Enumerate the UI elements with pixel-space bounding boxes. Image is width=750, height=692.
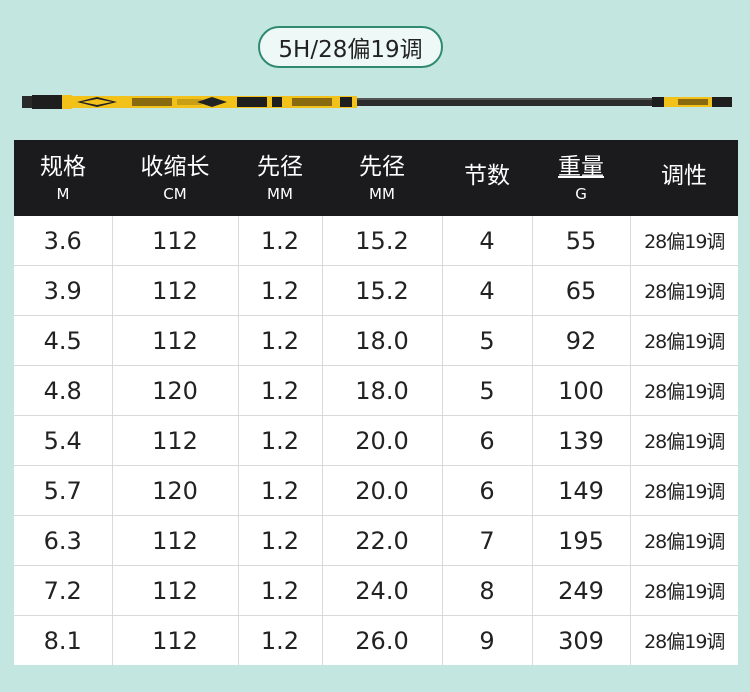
table-cell: 4.8 (14, 365, 113, 416)
table-cell: 28偏19调 (630, 315, 738, 366)
table-cell: 18.0 (322, 315, 443, 366)
table-cell: 6 (442, 415, 533, 466)
table-row: 7.2 112 1.2 24.0 8 249 28偏19调 (14, 565, 738, 616)
table-cell: 26.0 (322, 615, 443, 665)
table-cell: 28偏19调 (630, 265, 738, 316)
table-row: 3.6 112 1.2 15.2 4 55 28偏19调 (14, 216, 738, 266)
table-cell: 112 (112, 216, 239, 266)
table-cell: 28偏19调 (630, 465, 738, 516)
table-cell: 20.0 (322, 465, 443, 516)
table-cell: 55 (532, 216, 631, 266)
table-cell: 8 (442, 565, 533, 616)
table-cell: 92 (532, 315, 631, 366)
table-row: 5.7 120 1.2 20.0 6 149 28偏19调 (14, 465, 738, 516)
table-row: 8.1 112 1.2 26.0 9 309 28偏19调 (14, 615, 738, 665)
header-cell: 重量 G (532, 140, 630, 216)
header-cell: 先径 MM (322, 140, 442, 216)
table-cell: 28偏19调 (630, 515, 738, 566)
table-cell: 65 (532, 265, 631, 316)
table-cell: 112 (112, 415, 239, 466)
table-cell: 149 (532, 465, 631, 516)
table-cell: 4 (442, 265, 533, 316)
table-cell: 120 (112, 465, 239, 516)
table-cell: 5.4 (14, 415, 113, 466)
table-cell: 6 (442, 465, 533, 516)
table-cell: 28偏19调 (630, 216, 738, 266)
table-cell: 1.2 (238, 515, 323, 566)
table-cell: 5 (442, 365, 533, 416)
table-cell: 28偏19调 (630, 565, 738, 616)
table-cell: 1.2 (238, 415, 323, 466)
table-cell: 112 (112, 515, 239, 566)
table-cell: 18.0 (322, 365, 443, 416)
table-cell: 1.2 (238, 265, 323, 316)
table-row: 4.5 112 1.2 18.0 5 92 28偏19调 (14, 315, 738, 366)
table-cell: 28偏19调 (630, 365, 738, 416)
table-cell: 24.0 (322, 565, 443, 616)
table-cell: 15.2 (322, 265, 443, 316)
table-row: 6.3 112 1.2 22.0 7 195 28偏19调 (14, 515, 738, 566)
table-cell: 6.3 (14, 515, 113, 566)
table-cell: 7.2 (14, 565, 113, 616)
header-cell: 节数 (442, 140, 532, 216)
table-cell: 100 (532, 365, 631, 416)
spec-table: 规格 M 收缩长 CM 先径 MM 先径 MM 节数 重量 G 调性 3.6 112 1.2 1… (14, 140, 738, 665)
table-cell: 15.2 (322, 216, 443, 266)
table-cell: 112 (112, 265, 239, 316)
table-cell: 112 (112, 315, 239, 366)
table-cell: 1.2 (238, 365, 323, 416)
table-cell: 3.9 (14, 265, 113, 316)
table-cell: 309 (532, 615, 631, 665)
table-cell: 4.5 (14, 315, 113, 366)
table-row: 3.9 112 1.2 15.2 4 65 28偏19调 (14, 265, 738, 316)
table-cell: 249 (532, 565, 631, 616)
table-cell: 20.0 (322, 415, 443, 466)
table-cell: 1.2 (238, 315, 323, 366)
table-cell: 7 (442, 515, 533, 566)
title-badge: 5H/28偏19调 (258, 26, 443, 68)
table-header-row: 规格 M 收缩长 CM 先径 MM 先径 MM 节数 重量 G 调性 (14, 140, 738, 216)
header-cell: 调性 (630, 140, 738, 216)
header-cell: 先径 MM (238, 140, 322, 216)
table-cell: 1.2 (238, 565, 323, 616)
table-cell: 112 (112, 615, 239, 665)
table-cell: 28偏19调 (630, 415, 738, 466)
table-cell: 1.2 (238, 216, 323, 266)
table-cell: 8.1 (14, 615, 113, 665)
fishing-rod-image (22, 95, 732, 109)
table-row: 5.4 112 1.2 20.0 6 139 28偏19调 (14, 415, 738, 466)
table-cell: 22.0 (322, 515, 443, 566)
table-row: 4.8 120 1.2 18.0 5 100 28偏19调 (14, 365, 738, 416)
table-cell: 28偏19调 (644, 631, 725, 653)
table-cell: 112 (112, 565, 239, 616)
table-cell: 139 (532, 415, 631, 466)
bottom-background (0, 682, 750, 692)
table-cell: 120 (112, 365, 239, 416)
table-cell: 5.7 (14, 465, 113, 516)
table-cell: 9 (442, 615, 533, 665)
table-cell: 5 (442, 315, 533, 366)
header-cell: 收缩长 CM (112, 140, 238, 216)
table-cell: 195 (532, 515, 631, 566)
table-cell: 4 (442, 216, 533, 266)
header-cell: 规格 M (14, 140, 112, 216)
table-cell: 1.2 (238, 615, 323, 665)
table-cell: 1.2 (238, 465, 323, 516)
table-cell: 3.6 (14, 216, 113, 266)
